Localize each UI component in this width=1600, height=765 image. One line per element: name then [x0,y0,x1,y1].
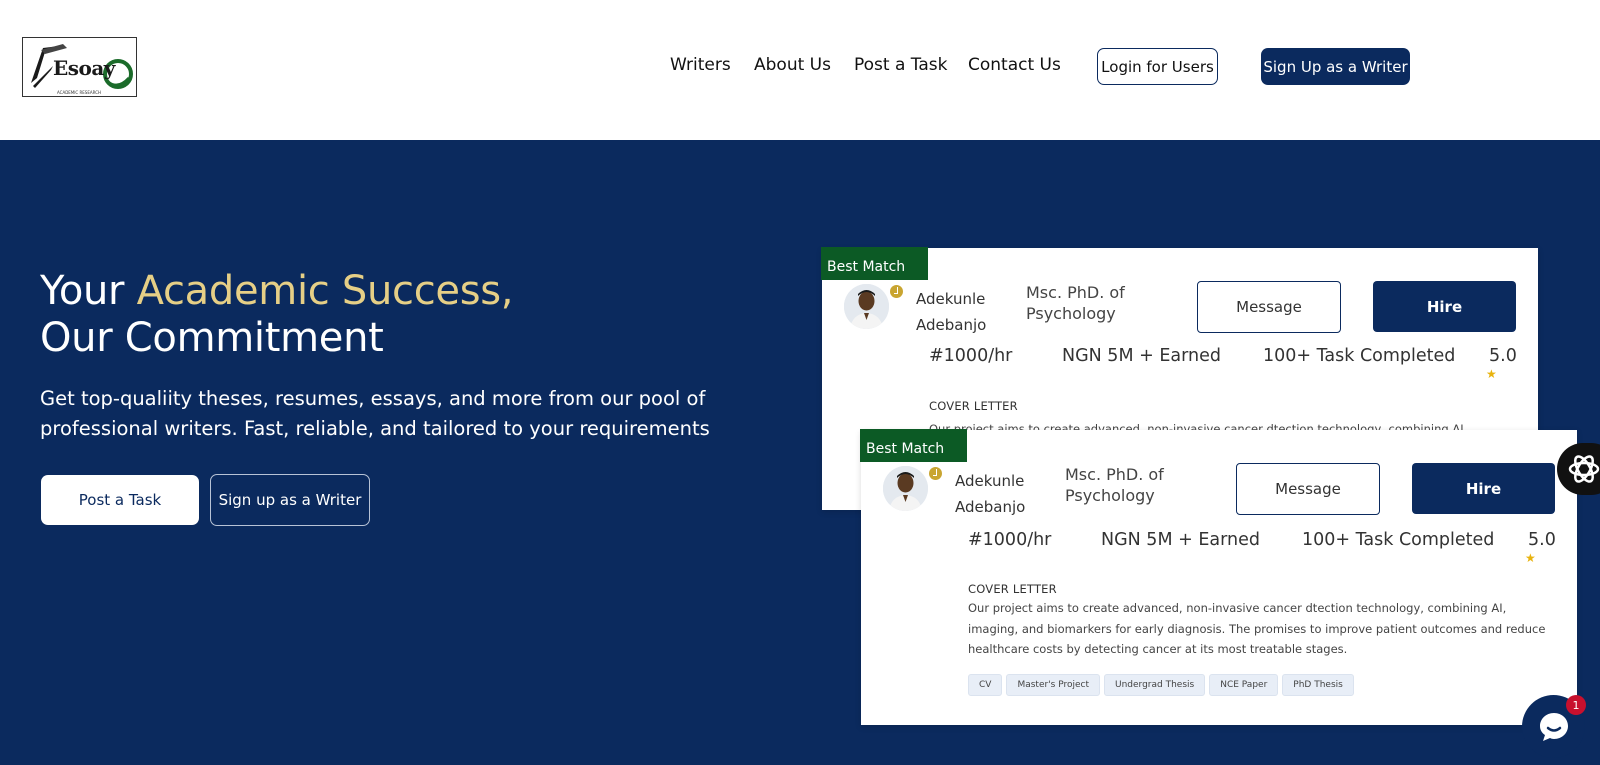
signup-writer-button[interactable]: Sign Up as a Writer [1261,48,1410,85]
message-button[interactable]: Message [1197,281,1341,333]
hero-title: Your Academic Success, Our Commitment [40,268,514,362]
hire-button[interactable]: Hire [1373,281,1516,332]
degree-line-1: Msc. PhD. of [1065,465,1164,484]
degree-line-2: Psychology [1065,486,1155,505]
writer-card[interactable]: Best Match Adekunle Adebanjo Msc. PhD. o… [860,429,1577,725]
post-task-button[interactable]: Post a Task [41,475,199,525]
hourly-rate: #1000/hr [968,530,1052,550]
tag-phd-thesis[interactable]: PhD Thesis [1282,674,1354,696]
hourly-rate: #1000/hr [929,346,1013,366]
writer-degree: Msc. PhD. of Psychology [1026,282,1125,324]
cover-letter-label: COVER LETTER [968,582,1057,596]
site-header: Esoay ACADEMIC RESEARCH Writers About Us… [0,0,1600,140]
rating-value: 5.0 [1489,346,1517,366]
hire-button[interactable]: Hire [1412,463,1555,514]
chat-icon [1539,712,1568,741]
avatar [883,466,928,511]
tag-nce-paper[interactable]: NCE Paper [1209,674,1279,696]
hero-title-accent: Academic Success, [136,268,514,314]
writer-last-name: Adebanjo [916,316,987,334]
hero-title-part1: Your [40,268,137,314]
hero-subtitle: Get top-qualiity theses, resumes, essays… [40,387,710,440]
logo-text: Esoay [53,56,115,80]
degree-line-2: Psychology [1026,304,1116,323]
hero-title-part2: Our Commitment [40,315,384,361]
tag-masters-project[interactable]: Master's Project [1006,674,1101,696]
amount-earned: NGN 5M + Earned [1101,530,1260,550]
writer-name: Adekunle Adebanjo [955,468,1025,520]
ai-assistant-button[interactable] [1557,443,1600,495]
cover-letter-label: COVER LETTER [929,399,1018,413]
sign-up-writer-button[interactable]: Sign up as a Writer [210,474,370,526]
login-button[interactable]: Login for Users [1097,48,1218,85]
verified-badge-icon [929,467,942,480]
cover-letter-text: Our project aims to create advanced, non… [968,601,1546,656]
star-icon: ★ [1525,551,1536,565]
best-match-badge: Best Match [860,429,967,462]
writer-name: Adekunle Adebanjo [916,286,986,338]
ai-assistant-icon [1568,455,1600,483]
message-button[interactable]: Message [1236,463,1380,515]
writer-first-name: Adekunle [955,472,1025,490]
star-icon: ★ [1486,367,1497,381]
rating-value: 5.0 [1528,530,1556,550]
nav-post-a-task[interactable]: Post a Task [854,55,947,75]
degree-line-1: Msc. PhD. of [1026,283,1125,302]
best-match-badge: Best Match [821,247,928,280]
writer-last-name: Adebanjo [955,498,1026,516]
nav-about-us[interactable]: About Us [754,55,831,75]
nav-contact-us[interactable]: Contact Us [968,55,1061,75]
chat-notification-badge: 1 [1566,695,1586,715]
tasks-completed: 100+ Task Completed [1263,346,1456,366]
logo-subtext: ACADEMIC RESEARCH [57,90,101,95]
amount-earned: NGN 5M + Earned [1062,346,1221,366]
verified-badge-icon [890,285,903,298]
writer-first-name: Adekunle [916,290,986,308]
logo[interactable]: Esoay ACADEMIC RESEARCH [22,37,137,97]
tag-list: CV Master's Project Undergrad Thesis NCE… [968,674,1354,696]
tag-cv[interactable]: CV [968,674,1003,696]
tag-undergrad-thesis[interactable]: Undergrad Thesis [1104,674,1206,696]
tasks-completed: 100+ Task Completed [1302,530,1495,550]
writer-degree: Msc. PhD. of Psychology [1065,464,1164,506]
avatar [844,284,889,329]
nav-writers[interactable]: Writers [670,55,731,75]
